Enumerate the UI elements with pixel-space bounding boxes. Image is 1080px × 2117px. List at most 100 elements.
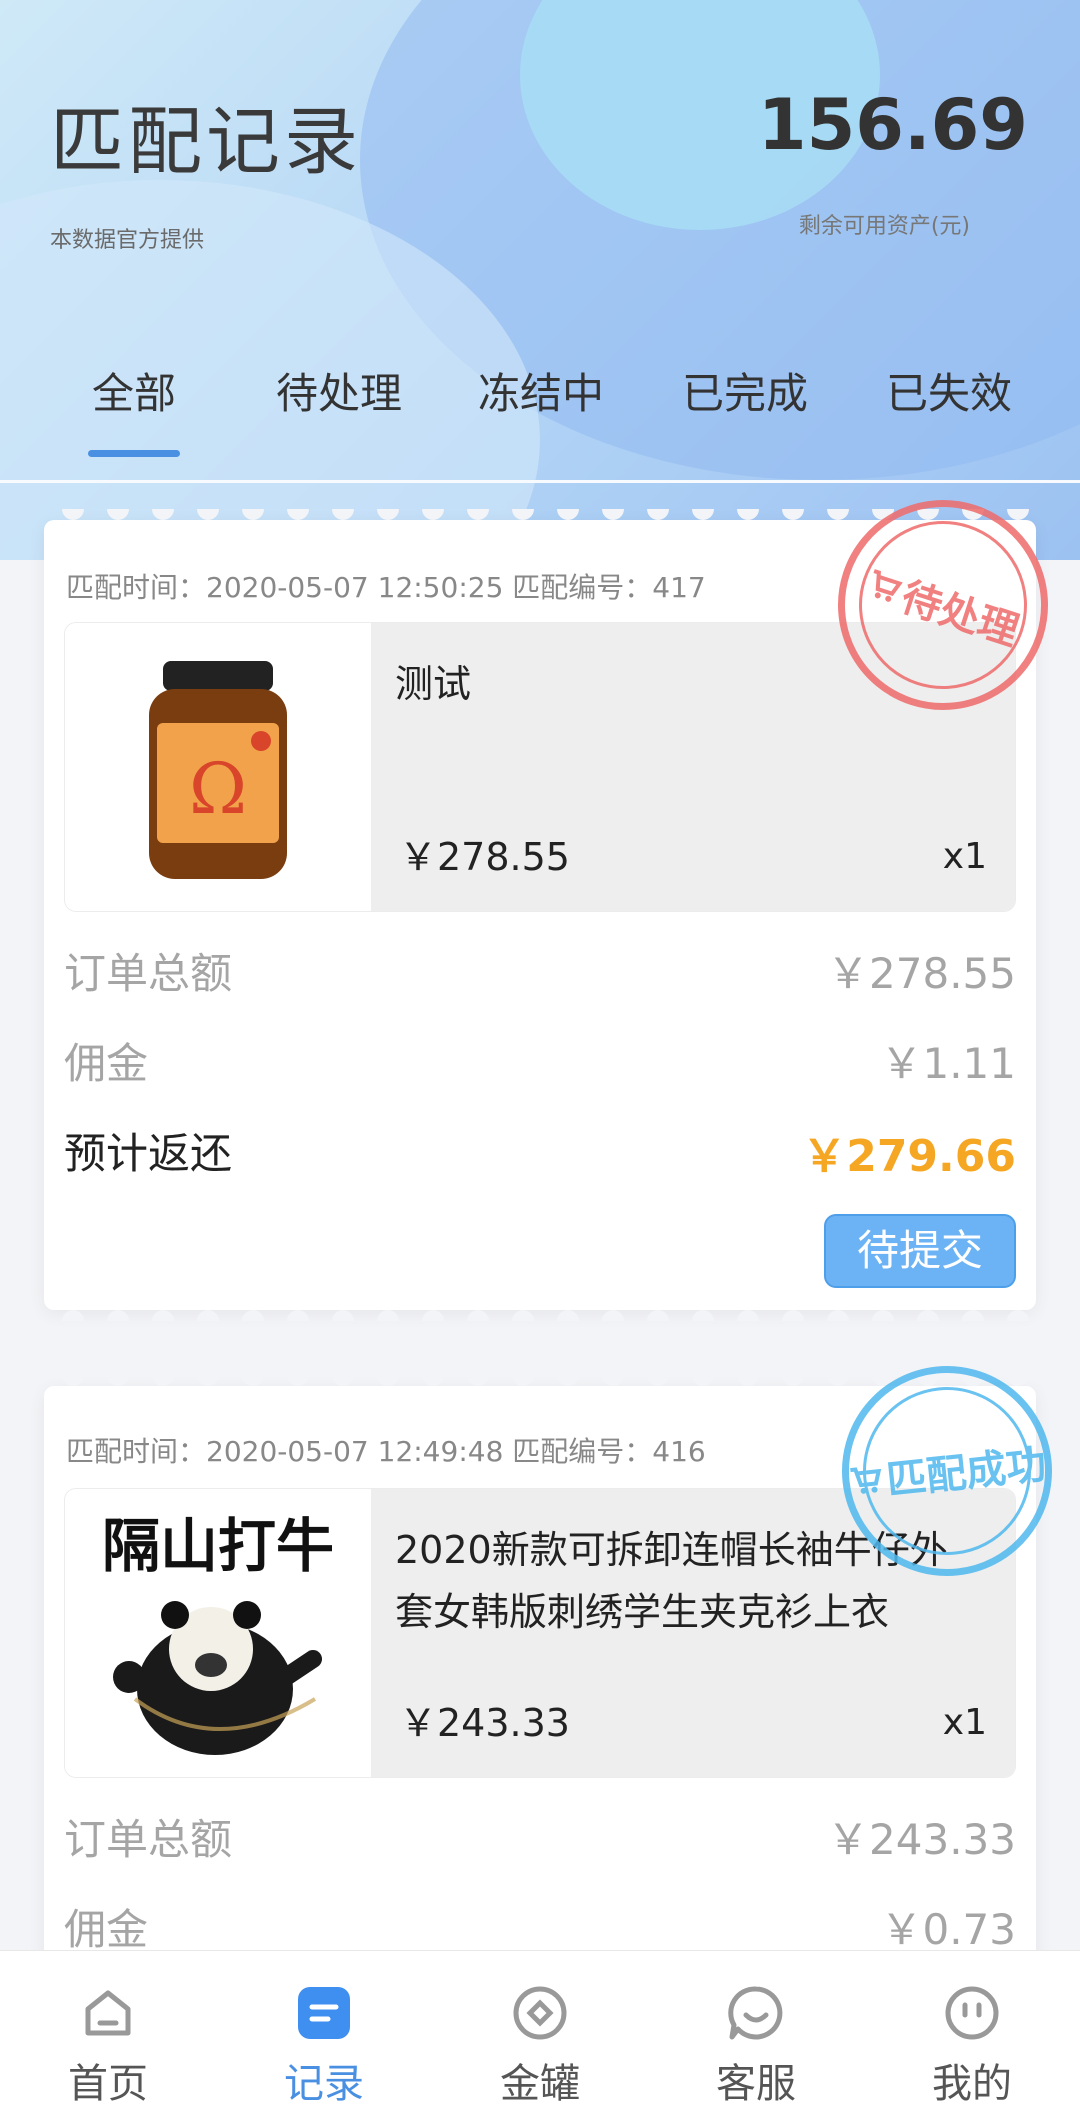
- scallop-dot: [467, 509, 489, 520]
- tab-frozen[interactable]: 冻结中: [472, 360, 610, 421]
- scallop-dot: [377, 1375, 399, 1386]
- tab-expired[interactable]: 已失效: [880, 360, 1018, 421]
- scallop-dot: [377, 509, 399, 520]
- svg-text:Ω: Ω: [189, 748, 247, 830]
- bottom-nav: 首页 记录 金罐 客服 我的: [0, 1950, 1080, 2117]
- tab-pending[interactable]: 待处理: [270, 360, 408, 421]
- commission-value: ￥0.73: [880, 1905, 1016, 1954]
- status-tabs: 全部 待处理 冻结中 已完成 已失效: [0, 360, 1080, 480]
- scallop-dot: [332, 1375, 354, 1386]
- nav-profile[interactable]: 我的: [864, 1951, 1080, 2117]
- scallop-dot: [647, 1310, 669, 1321]
- nav-label: 我的: [932, 2061, 1012, 2107]
- page-title: 匹配记录: [50, 99, 362, 185]
- card-scallop-edge: [44, 1299, 1036, 1321]
- scallop-dot: [512, 1375, 534, 1386]
- scallop-dot: [62, 1375, 84, 1386]
- scallop-dot: [152, 1375, 174, 1386]
- scallop-dot: [287, 509, 309, 520]
- nav-record[interactable]: 记录: [216, 1951, 432, 2117]
- scallop-dot: [152, 1310, 174, 1321]
- product-qty: x1: [942, 836, 987, 877]
- nav-jar[interactable]: 金罐: [432, 1951, 648, 2117]
- tab-label: 已失效: [885, 369, 1012, 418]
- order-total-row: 订单总额 ￥278.55: [64, 940, 1016, 1000]
- tab-label: 已完成: [681, 369, 808, 418]
- scallop-dot: [107, 1310, 129, 1321]
- expected-return-row: 预计返还 ￥279.66: [64, 1120, 1016, 1182]
- order-total-value: ￥278.55: [827, 949, 1016, 998]
- stamp-label: 待处理: [895, 574, 1025, 656]
- scallop-dot: [557, 509, 579, 520]
- scallop-dot: [62, 509, 84, 520]
- scallop-dot: [557, 1310, 579, 1321]
- scallop-dot: [602, 509, 624, 520]
- commission-label: 佣金: [64, 1905, 149, 1954]
- scallop-dot: [737, 1375, 759, 1386]
- scallop-dot: [512, 509, 534, 520]
- scallop-dot: [287, 1375, 309, 1386]
- scallop-dot: [827, 1375, 849, 1386]
- scallop-dot: [827, 509, 849, 520]
- scallop-dot: [782, 509, 804, 520]
- scallop-dot: [782, 1375, 804, 1386]
- order-meta: 匹配时间：2020-05-07 12:49:48 匹配编号：416: [66, 1435, 706, 1468]
- scallop-dot: [1007, 1310, 1029, 1321]
- scallop-dot: [1007, 509, 1029, 520]
- scallop-dot: [557, 1375, 579, 1386]
- scallop-dot: [917, 1310, 939, 1321]
- scallop-dot: [782, 1310, 804, 1321]
- scallop-dot: [377, 1310, 399, 1321]
- scallop-dot: [107, 1375, 129, 1386]
- scallop-dot: [422, 1375, 444, 1386]
- commission-label: 佣金: [64, 1039, 149, 1088]
- profile-icon: [945, 1986, 999, 2040]
- scallop-dot: [737, 509, 759, 520]
- scallop-dot: [62, 1310, 84, 1321]
- nav-label: 首页: [68, 2061, 148, 2107]
- stamp-label: 匹配成功: [884, 1441, 1049, 1505]
- scallop-dot: [647, 509, 669, 520]
- chat-icon: [728, 1986, 783, 2040]
- scallop-dot: [827, 1310, 849, 1321]
- home-icon: [85, 1990, 131, 2036]
- product-qty: x1: [942, 1702, 987, 1743]
- expected-return-label: 预计返还: [64, 1129, 233, 1178]
- submit-button[interactable]: 待提交: [824, 1214, 1016, 1288]
- scallop-dot: [692, 1375, 714, 1386]
- scallop-dot: [467, 1375, 489, 1386]
- scallop-dot: [287, 1310, 309, 1321]
- scallop-dot: [467, 1310, 489, 1321]
- scallop-dot: [647, 1375, 669, 1386]
- tab-all[interactable]: 全部: [88, 360, 180, 457]
- tab-label: 冻结中: [477, 369, 604, 418]
- scallop-dot: [242, 509, 264, 520]
- page-subtitle: 本数据官方提供: [50, 228, 205, 253]
- scallop-dot: [242, 1310, 264, 1321]
- scallop-dot: [332, 1310, 354, 1321]
- scallop-dot: [197, 509, 219, 520]
- scallop-dot: [737, 1310, 759, 1321]
- scallop-dot: [602, 1375, 624, 1386]
- cart-icon: [873, 569, 903, 602]
- scallop-dot: [152, 509, 174, 520]
- scallop-dot: [332, 509, 354, 520]
- scallop-dot: [1007, 1375, 1029, 1386]
- order-total-label: 订单总额: [64, 1815, 233, 1864]
- nav-label: 金罐: [500, 2061, 580, 2107]
- nav-home[interactable]: 首页: [0, 1951, 216, 2117]
- record-icon: [298, 1987, 350, 2039]
- product-price: ￥278.55: [399, 835, 570, 879]
- scallop-dot: [512, 1310, 534, 1321]
- commission-row: 佣金 ￥1.11: [64, 1030, 1016, 1090]
- balance-label: 剩余可用资产(元): [798, 214, 970, 239]
- tab-completed[interactable]: 已完成: [676, 360, 814, 421]
- scallop-dot: [107, 509, 129, 520]
- divider: [0, 480, 1080, 483]
- jar-icon: [513, 1986, 567, 2040]
- scallop-dot: [422, 509, 444, 520]
- scallop-dot: [962, 1310, 984, 1321]
- product-price: ￥243.33: [399, 1701, 570, 1745]
- nav-label: 记录: [284, 2061, 364, 2107]
- nav-service[interactable]: 客服: [648, 1951, 864, 2117]
